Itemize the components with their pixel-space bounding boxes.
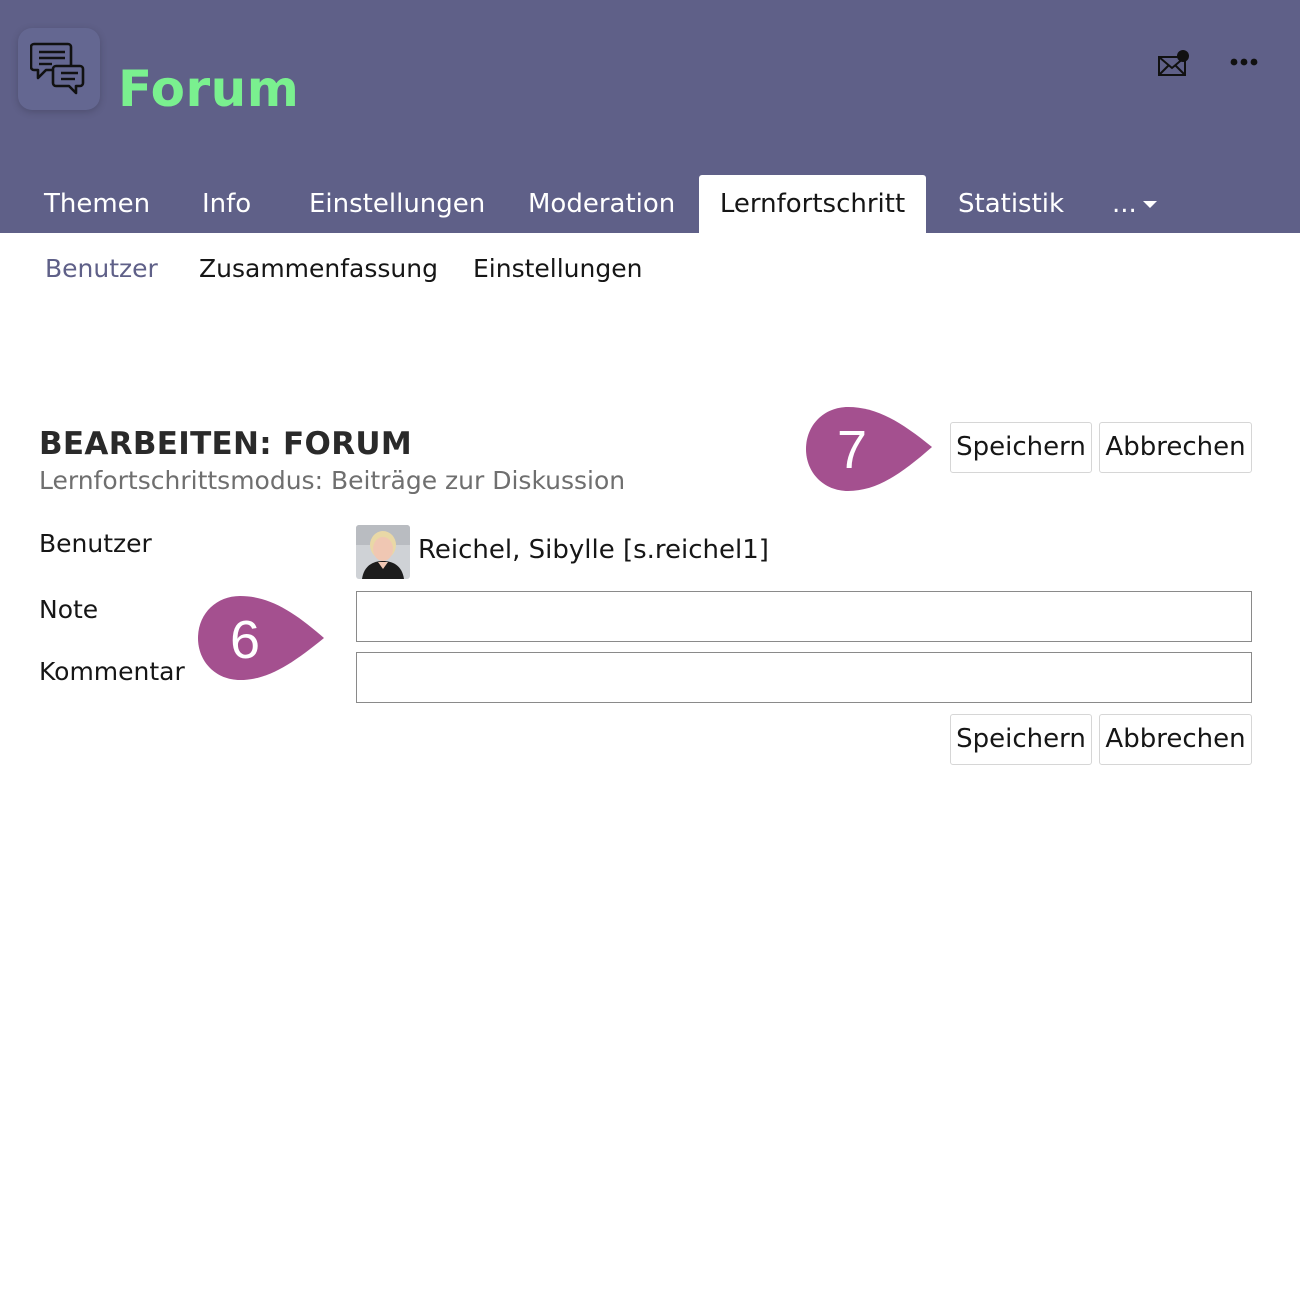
save-button-top[interactable]: Speichern	[950, 422, 1092, 473]
main-tabs: Themen Info Einstellungen Moderation Ler…	[0, 175, 1300, 233]
header: Forum Themen Info Einstellungen Moderati…	[0, 0, 1300, 233]
subtab-einstellungen[interactable]: Einstellungen	[473, 252, 642, 286]
subtab-zusammenfassung[interactable]: Zusammenfassung	[199, 252, 438, 286]
callout-marker-6: 6	[198, 596, 324, 680]
caret-down-icon	[1142, 201, 1157, 208]
tab-moderation[interactable]: Moderation	[528, 175, 675, 233]
callout-number-7: 7	[837, 420, 867, 480]
forum-chat-bubbles-icon	[18, 28, 100, 110]
user-label: Benutzer	[39, 529, 152, 558]
callout-number-6: 6	[230, 610, 260, 670]
tab-statistik[interactable]: Statistik	[958, 175, 1064, 233]
tab-lernfortschritt[interactable]: Lernfortschritt	[699, 175, 926, 233]
save-button-bottom[interactable]: Speichern	[950, 714, 1092, 765]
mail-notification-icon[interactable]	[1155, 48, 1193, 80]
more-horizontal-icon[interactable]	[1226, 50, 1262, 74]
note-input[interactable]	[356, 591, 1252, 642]
note-label: Note	[39, 595, 99, 624]
form-title: BEARBEITEN: FORUM	[39, 426, 412, 462]
tab-einstellungen[interactable]: Einstellungen	[309, 175, 485, 233]
subtab-benutzer[interactable]: Benutzer	[45, 252, 158, 286]
tab-more-label: ...	[1112, 189, 1137, 219]
cancel-button-bottom[interactable]: Abbrechen	[1099, 714, 1252, 765]
tab-info[interactable]: Info	[202, 175, 251, 233]
comment-label: Kommentar	[39, 657, 185, 686]
cancel-button-top[interactable]: Abbrechen	[1099, 422, 1252, 473]
comment-input[interactable]	[356, 652, 1252, 703]
form-subtitle: Lernfortschrittsmodus: Beiträge zur Disk…	[39, 466, 626, 495]
tab-more-dropdown[interactable]: ...	[1112, 175, 1157, 233]
user-name: Reichel, Sibylle [s.reichel1]	[418, 535, 769, 565]
callout-marker-7: 7	[806, 407, 932, 491]
tab-themen[interactable]: Themen	[44, 175, 150, 233]
avatar	[356, 525, 410, 579]
page-title: Forum	[118, 60, 300, 118]
